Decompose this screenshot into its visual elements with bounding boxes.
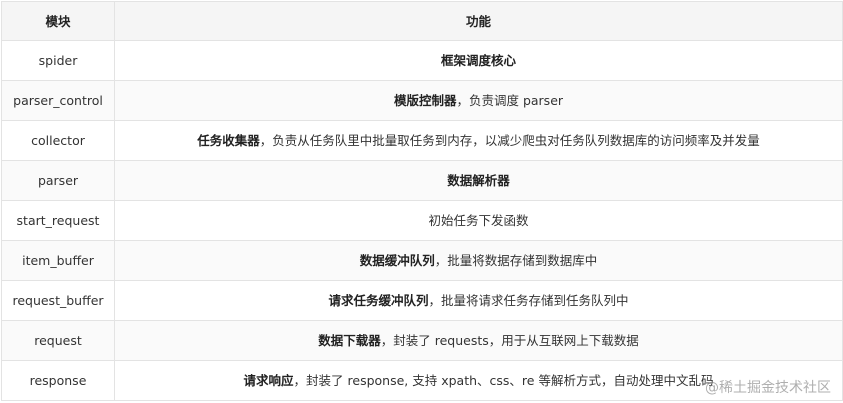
function-desc: ，批量将数据存储到数据库中 — [434, 253, 598, 268]
function-cell: 框架调度核心 — [114, 40, 843, 81]
table-row: item_buffer 数据缓冲队列，批量将数据存储到数据库中 — [1, 240, 843, 281]
function-key: 请求任务缓冲队列 — [328, 293, 429, 308]
table-row: spider 框架调度核心 — [1, 40, 843, 81]
module-table-container: 模块 功能 spider 框架调度核心 parser_control 模版控制器… — [0, 0, 843, 403]
function-key: 请求响应 — [243, 373, 294, 388]
function-key: 任务收集器 — [197, 133, 260, 148]
module-cell: start_request — [1, 200, 115, 241]
module-table: 模块 功能 spider 框架调度核心 parser_control 模版控制器… — [1, 1, 843, 401]
function-desc: ，封装了 requests，用于从互联网上下载数据 — [380, 333, 639, 348]
function-desc: 初始任务下发函数 — [428, 213, 529, 228]
function-cell: 请求任务缓冲队列，批量将请求任务存储到任务队列中 — [114, 280, 843, 321]
table-row: parser 数据解析器 — [1, 160, 843, 201]
table-row: response 请求响应，封装了 response, 支持 xpath、css… — [1, 360, 843, 401]
function-cell: 初始任务下发函数 — [114, 200, 843, 241]
module-cell: request_buffer — [1, 280, 115, 321]
function-cell: 数据解析器 — [114, 160, 843, 201]
function-desc: ，封装了 response, 支持 xpath、css、re 等解析方式，自动处… — [293, 373, 714, 388]
function-cell: 请求响应，封装了 response, 支持 xpath、css、re 等解析方式… — [114, 360, 843, 401]
function-key: 数据解析器 — [447, 173, 510, 188]
table-row: start_request 初始任务下发函数 — [1, 200, 843, 241]
header-module: 模块 — [1, 1, 115, 41]
function-cell: 模版控制器，负责调度 parser — [114, 80, 843, 121]
module-cell: request — [1, 320, 115, 361]
function-cell: 任务收集器，负责从任务队里中批量取任务到内存，以减少爬虫对任务队列数据库的访问频… — [114, 120, 843, 161]
function-desc: ，负责调度 parser — [456, 93, 564, 108]
module-cell: parser_control — [1, 80, 115, 121]
module-cell: spider — [1, 40, 115, 81]
module-cell: collector — [1, 120, 115, 161]
table-row: request 数据下载器，封装了 requests，用于从互联网上下载数据 — [1, 320, 843, 361]
function-key: 数据下载器 — [318, 333, 381, 348]
module-cell: parser — [1, 160, 115, 201]
function-desc: ，批量将请求任务存储到任务队列中 — [428, 293, 629, 308]
table-row: parser_control 模版控制器，负责调度 parser — [1, 80, 843, 121]
function-desc: ，负责从任务队里中批量取任务到内存，以减少爬虫对任务队列数据库的访问频率及并发量 — [259, 133, 760, 148]
table-row: collector 任务收集器，负责从任务队里中批量取任务到内存，以减少爬虫对任… — [1, 120, 843, 161]
table-row: request_buffer 请求任务缓冲队列，批量将请求任务存储到任务队列中 — [1, 280, 843, 321]
function-key: 模版控制器 — [393, 93, 457, 108]
module-cell: response — [1, 360, 115, 401]
module-cell: item_buffer — [1, 240, 115, 281]
function-cell: 数据缓冲队列，批量将数据存储到数据库中 — [114, 240, 843, 281]
table-header-row: 模块 功能 — [1, 1, 843, 41]
function-key: 数据缓冲队列 — [359, 253, 435, 268]
function-cell: 数据下载器，封装了 requests，用于从互联网上下载数据 — [114, 320, 843, 361]
header-function: 功能 — [114, 1, 843, 41]
function-key: 框架调度核心 — [440, 53, 516, 68]
